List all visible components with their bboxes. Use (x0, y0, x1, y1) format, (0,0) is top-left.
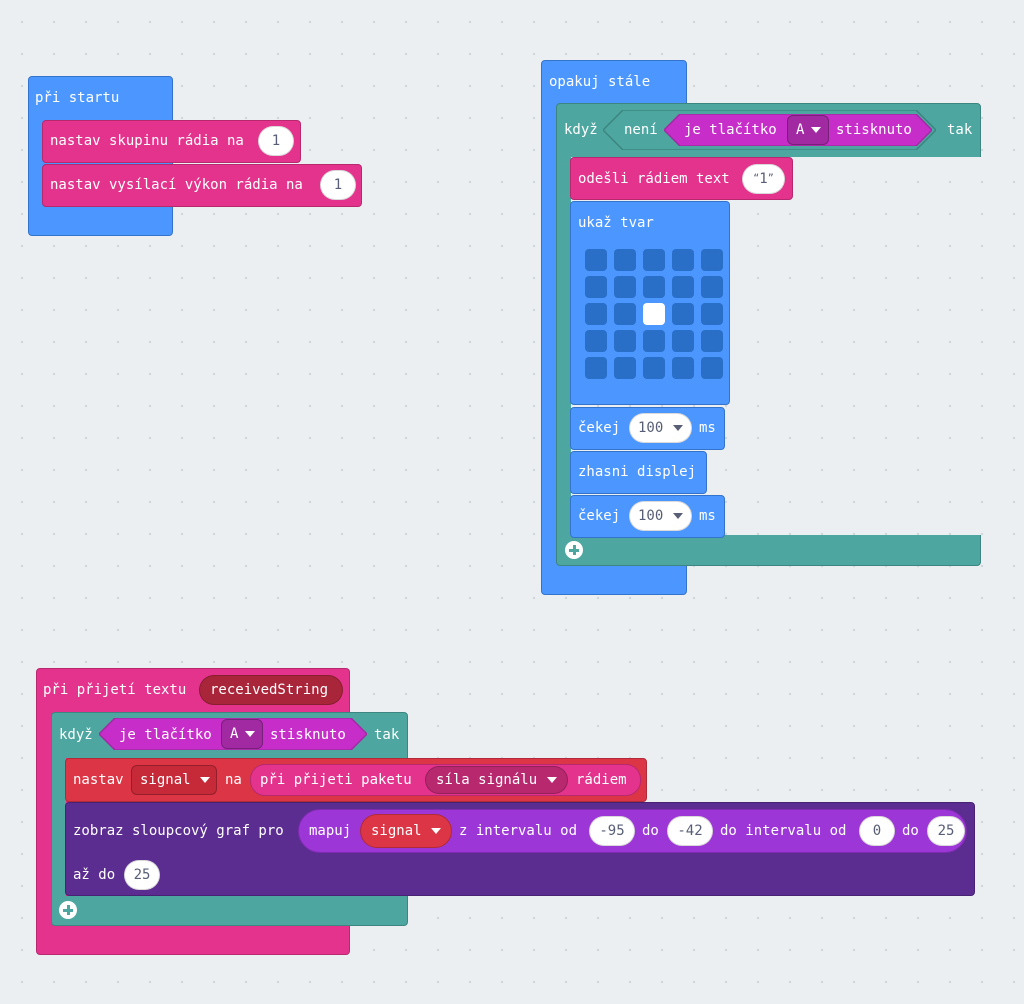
led-cell[interactable] (672, 249, 694, 271)
button-dropdown[interactable]: A (221, 719, 263, 749)
chevron-down-icon (673, 425, 683, 431)
led-cell[interactable] (585, 357, 607, 379)
chevron-down-icon (811, 127, 821, 133)
on-start-title: při startu (35, 90, 120, 106)
received-string-param[interactable]: receivedString (199, 675, 343, 705)
set-variable-value: signal (140, 772, 191, 788)
chevron-down-icon (200, 777, 210, 783)
map-variable-value: signal (371, 823, 422, 839)
led-cell[interactable] (672, 303, 694, 325)
button-label: je tlačítko (119, 727, 212, 743)
chevron-down-icon (547, 777, 557, 783)
led-cell[interactable] (585, 249, 607, 271)
if-label: když (564, 122, 598, 138)
led-matrix[interactable] (585, 249, 725, 383)
led-cell[interactable] (585, 330, 607, 352)
pressed-label: stisknuto (836, 122, 912, 138)
led-cell[interactable] (614, 330, 636, 352)
led-cell[interactable] (643, 276, 665, 298)
from-interval-label: z intervalu od (459, 823, 578, 839)
clear-screen-label: zhasni displej (578, 464, 697, 480)
received-packet-label: při přijeti paketu (260, 772, 412, 788)
led-cell[interactable] (643, 330, 665, 352)
set-label: nastav (73, 772, 124, 788)
pause-label-1: čekej (578, 420, 621, 436)
if-label: když (59, 727, 93, 743)
led-cell[interactable] (585, 276, 607, 298)
then-label: tak (374, 727, 400, 743)
button-dropdown-value: A (230, 726, 239, 742)
led-cell[interactable] (614, 249, 636, 271)
led-cell[interactable] (643, 357, 665, 379)
on-received-title: při přijetí textu (43, 682, 187, 698)
send-string-value: 1 (759, 171, 768, 187)
led-cell[interactable] (643, 303, 665, 325)
pause-unit-2: ms (699, 508, 716, 524)
transmit-power-value-input[interactable]: 1 (320, 170, 356, 200)
button-dropdown[interactable]: A (787, 115, 829, 145)
pause-value-1: 100 (638, 420, 664, 436)
chevron-down-icon (245, 731, 255, 737)
send-string-value-input[interactable]: “1” (742, 164, 785, 194)
then-label: tak (947, 122, 973, 138)
led-cell[interactable] (672, 276, 694, 298)
button-dropdown-value: A (796, 122, 805, 138)
led-cell[interactable] (672, 357, 694, 379)
from-low-input[interactable]: -95 (589, 816, 635, 846)
plot-bar-graph-label: zobraz sloupcový graf pro (73, 823, 284, 839)
led-cell[interactable] (614, 276, 636, 298)
show-leds-label: ukaž tvar (578, 215, 654, 231)
plus-icon[interactable] (565, 541, 583, 559)
plus-icon[interactable] (59, 901, 77, 919)
led-cell[interactable] (701, 357, 723, 379)
close-quote-icon: ” (767, 173, 774, 184)
from-high-input[interactable]: -42 (667, 816, 713, 846)
radio-group-value-input[interactable]: 1 (258, 126, 294, 156)
led-cell[interactable] (614, 303, 636, 325)
forever-title: opakuj stále (549, 74, 651, 90)
button-label: je tlačítko (684, 122, 777, 138)
to-high-input[interactable]: 25 (927, 816, 965, 846)
up-to-input[interactable]: 25 (124, 860, 160, 890)
led-cell[interactable] (672, 330, 694, 352)
led-cell[interactable] (701, 303, 723, 325)
led-cell[interactable] (701, 276, 723, 298)
led-cell[interactable] (701, 249, 723, 271)
pressed-label: stisknuto (270, 727, 346, 743)
led-cell[interactable] (643, 249, 665, 271)
set-radio-group-label: nastav skupinu rádia na (50, 133, 244, 149)
set-transmit-power-label: nastav vysílací výkon rádia na (50, 177, 303, 193)
up-to-label: až do (73, 867, 116, 883)
pause-value-2: 100 (638, 508, 664, 524)
led-cell[interactable] (614, 357, 636, 379)
to-label-2: do (902, 823, 919, 839)
map-label: mapuj (309, 823, 352, 839)
not-label: není (624, 122, 658, 138)
chevron-down-icon (431, 828, 441, 834)
set-to-label: na (225, 772, 242, 788)
received-string-param-label: receivedString (210, 682, 329, 698)
led-cell[interactable] (585, 303, 607, 325)
pause-unit-1: ms (699, 420, 716, 436)
packet-property-value: síla signálu (436, 772, 538, 788)
received-packet-suffix: rádiem (576, 772, 627, 788)
chevron-down-icon (673, 513, 683, 519)
pause-label-2: čekej (578, 508, 621, 524)
to-interval-label: do intervalu od (720, 823, 847, 839)
led-cell[interactable] (701, 330, 723, 352)
to-label: do (642, 823, 659, 839)
to-low-input[interactable]: 0 (859, 816, 895, 846)
radio-send-string-label: odešli rádiem text (578, 171, 730, 187)
